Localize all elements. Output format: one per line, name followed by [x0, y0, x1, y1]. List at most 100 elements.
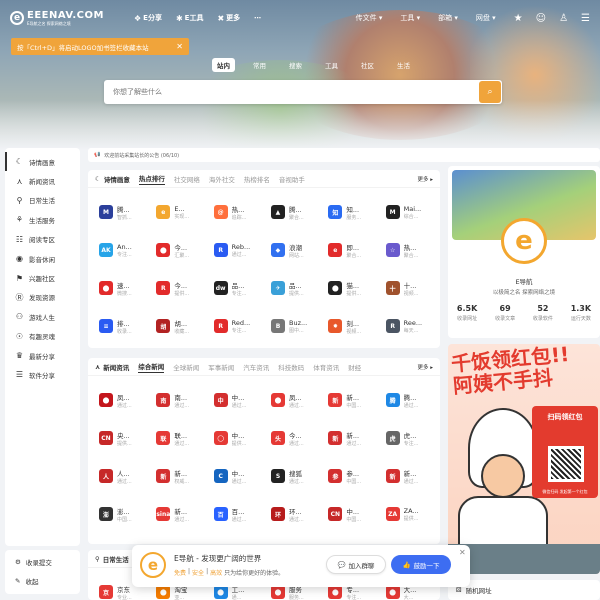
sidebar-item[interactable]: ☰ 软件分享	[5, 365, 80, 384]
tab-social[interactable]: 社交网络	[174, 174, 200, 184]
site-link[interactable]: S 搜狐 通过...	[264, 457, 321, 495]
tab-global-news[interactable]: 全球新闻	[173, 362, 199, 372]
site-link[interactable]: R Red... 专注...	[207, 307, 264, 345]
sidebar-item[interactable]: Ⓡ 发现资源	[5, 288, 80, 307]
site-link[interactable]: AK An... 专注...	[92, 231, 149, 269]
site-link[interactable]: 十十... 视频...	[379, 269, 436, 307]
tab-military-news[interactable]: 军事新闻	[208, 362, 234, 372]
site-link[interactable]: 新新... 权威...	[149, 457, 206, 495]
site-link[interactable]: 参参... 中国...	[321, 457, 378, 495]
site-link[interactable]: ▲ 腾... 聚合...	[264, 193, 321, 231]
site-link[interactable]: ☆ 热... 聚合...	[379, 231, 436, 269]
site-link[interactable]: ⬤ 今... 汇聚...	[149, 231, 206, 269]
site-link[interactable]: ◯ 中... 提供...	[207, 419, 264, 457]
tab-community[interactable]: 社区	[356, 58, 379, 72]
site-link[interactable]: 新新... 通过...	[379, 457, 436, 495]
site-link[interactable]: ≡ 排... 收录...	[92, 307, 149, 345]
profile-avatar[interactable]: e	[501, 218, 547, 264]
site-link[interactable]: ◆ 浪潮 网站...	[264, 231, 321, 269]
sidebar-item[interactable]: ♛ 最新分享	[5, 346, 80, 365]
nav-e-tools[interactable]: ✱ E工具	[176, 13, 204, 23]
sidebar-item[interactable]: ⋏ 新闻资讯	[5, 171, 80, 190]
site-link[interactable]: 胡胡... 收藏...	[149, 307, 206, 345]
tab-finance[interactable]: 财经	[348, 362, 361, 372]
nav-more[interactable]: ✖ 更多	[217, 13, 240, 23]
nav-e-share[interactable]: ❖ E分享	[134, 13, 162, 23]
tab-life[interactable]: 生活	[392, 58, 415, 72]
tab-tech[interactable]: 科技数码	[278, 362, 304, 372]
site-link[interactable]: B Buz... 图中...	[264, 307, 321, 345]
tab-overseas[interactable]: 海外社交	[209, 174, 235, 184]
site-link[interactable]: dw 品... 专注...	[207, 269, 264, 307]
site-link[interactable]: 头今... 通过...	[264, 419, 321, 457]
tab-auto-news[interactable]: 汽车资讯	[243, 362, 269, 372]
more-link[interactable]: 更多 ▸	[417, 175, 433, 183]
join-group-button[interactable]: 💬 加入群聊	[326, 555, 386, 574]
site-link[interactable]: R Ree... 每天...	[379, 307, 436, 345]
announcement-bar[interactable]: 📢 欢迎前站采集站长的公告 (06/10)	[88, 148, 600, 162]
site-logo[interactable]: e EEENAV.COM E导航之名 探索网络之境	[10, 10, 112, 27]
site-link[interactable]: ✈ 品... 提供...	[264, 269, 321, 307]
site-link[interactable]: 联联... 通过...	[149, 419, 206, 457]
user-icon[interactable]: ♙	[559, 13, 568, 24]
site-link[interactable]: C 中... 通过...	[207, 457, 264, 495]
site-link[interactable]: R 今... 提供...	[149, 269, 206, 307]
nav-ellipsis[interactable]: ⋯	[254, 14, 261, 22]
nav-tools[interactable]: 工具 ▾	[400, 13, 420, 23]
site-link[interactable]: 新新... 中国...	[321, 381, 378, 419]
close-icon[interactable]: ✕	[176, 42, 183, 51]
site-link[interactable]: ✸ 刻... 视频...	[321, 307, 378, 345]
search-button[interactable]: ⌕	[479, 81, 501, 103]
more-link[interactable]: 更多 ▸	[417, 363, 433, 371]
sidebar-item[interactable]: ☷ 阅读专区	[5, 230, 80, 249]
site-link[interactable]: 腾腾... 通过...	[379, 381, 436, 419]
nav-cloud-drive[interactable]: 网盘 ▾	[476, 13, 496, 23]
site-link[interactable]: 新新... 通过...	[321, 419, 378, 457]
tab-hot-rank[interactable]: 热点排行	[138, 173, 165, 185]
sidebar-item[interactable]: ⚙ 收录提交	[5, 552, 80, 571]
tab-common[interactable]: 常用	[248, 58, 271, 72]
tab-general-news[interactable]: 综合新闻	[138, 361, 165, 373]
site-link[interactable]: 人人... 通过...	[92, 457, 149, 495]
smiley-icon[interactable]: ☺	[536, 13, 546, 24]
sidebar-item[interactable]: ⚲ 日常生活	[5, 191, 80, 210]
site-link[interactable]: CN 央... 提供...	[92, 419, 149, 457]
site-link[interactable]: 南南... 通过...	[149, 381, 206, 419]
search-input[interactable]	[113, 88, 479, 96]
site-link[interactable]: sina 新... 通过...	[149, 495, 206, 533]
site-link[interactable]: 百百... 通过...	[207, 495, 264, 533]
site-link[interactable]: ⬤ 凤... 通过...	[264, 381, 321, 419]
tab-tools[interactable]: 工具	[320, 58, 343, 72]
site-link[interactable]: CN 中... 中国...	[321, 495, 378, 533]
sidebar-item[interactable]: ⚘ 生活服务	[5, 210, 80, 229]
site-link[interactable]: 中中... 通过...	[207, 381, 264, 419]
sidebar-item[interactable]: ☉ 有趣灵魂	[5, 327, 80, 346]
tab-sports[interactable]: 体育资讯	[313, 362, 339, 372]
sidebar-item[interactable]: ⚑ 兴趣社区	[5, 268, 80, 287]
close-icon[interactable]: ✕	[459, 548, 466, 557]
site-link[interactable]: M 腾... 智抓...	[92, 193, 149, 231]
site-link[interactable]: ZA ZA... 提供...	[379, 495, 436, 533]
sidebar-item[interactable]: ◉ 影音休闲	[5, 249, 80, 268]
site-link[interactable]: 知知... 服务...	[321, 193, 378, 231]
site-link[interactable]: ⬤ 速... 微搜...	[92, 269, 149, 307]
favorite-icon[interactable]: ★	[514, 13, 523, 24]
tab-onsite[interactable]: 站内	[212, 58, 235, 72]
tab-av-assist[interactable]: 音视助手	[279, 174, 305, 184]
site-link[interactable]: R Reb... 通过...	[207, 231, 264, 269]
site-link[interactable]: e 即... 聚合...	[321, 231, 378, 269]
encourage-button[interactable]: 👍 鼓励一下	[391, 555, 451, 574]
nav-mailbox[interactable]: 部箱 ▾	[438, 13, 458, 23]
tab-hot-list[interactable]: 热榜排名	[244, 174, 270, 184]
site-link[interactable]: 虎虎... 专注...	[379, 419, 436, 457]
site-link[interactable]: 澎澎... 中国...	[92, 495, 149, 533]
random-site[interactable]: ⚄ 随机网址	[448, 580, 600, 600]
menu-icon[interactable]: ☰	[581, 13, 590, 24]
site-link[interactable]: M Mai... 综合...	[379, 193, 436, 231]
sidebar-item[interactable]: ⚇ 游戏人生	[5, 307, 80, 326]
site-link[interactable]: e E... 实现...	[149, 193, 206, 231]
sidebar-item[interactable]: ☾ 诗情画意	[5, 152, 80, 172]
sidebar-item[interactable]: ✎ 收起	[5, 571, 80, 590]
site-link[interactable]: ⬤ 凤... 通过...	[92, 381, 149, 419]
ad-banner[interactable]: 千饭领红包!! 阿姨不手抖 扫码领红包 微信扫码 发起第一个红包	[448, 344, 600, 574]
